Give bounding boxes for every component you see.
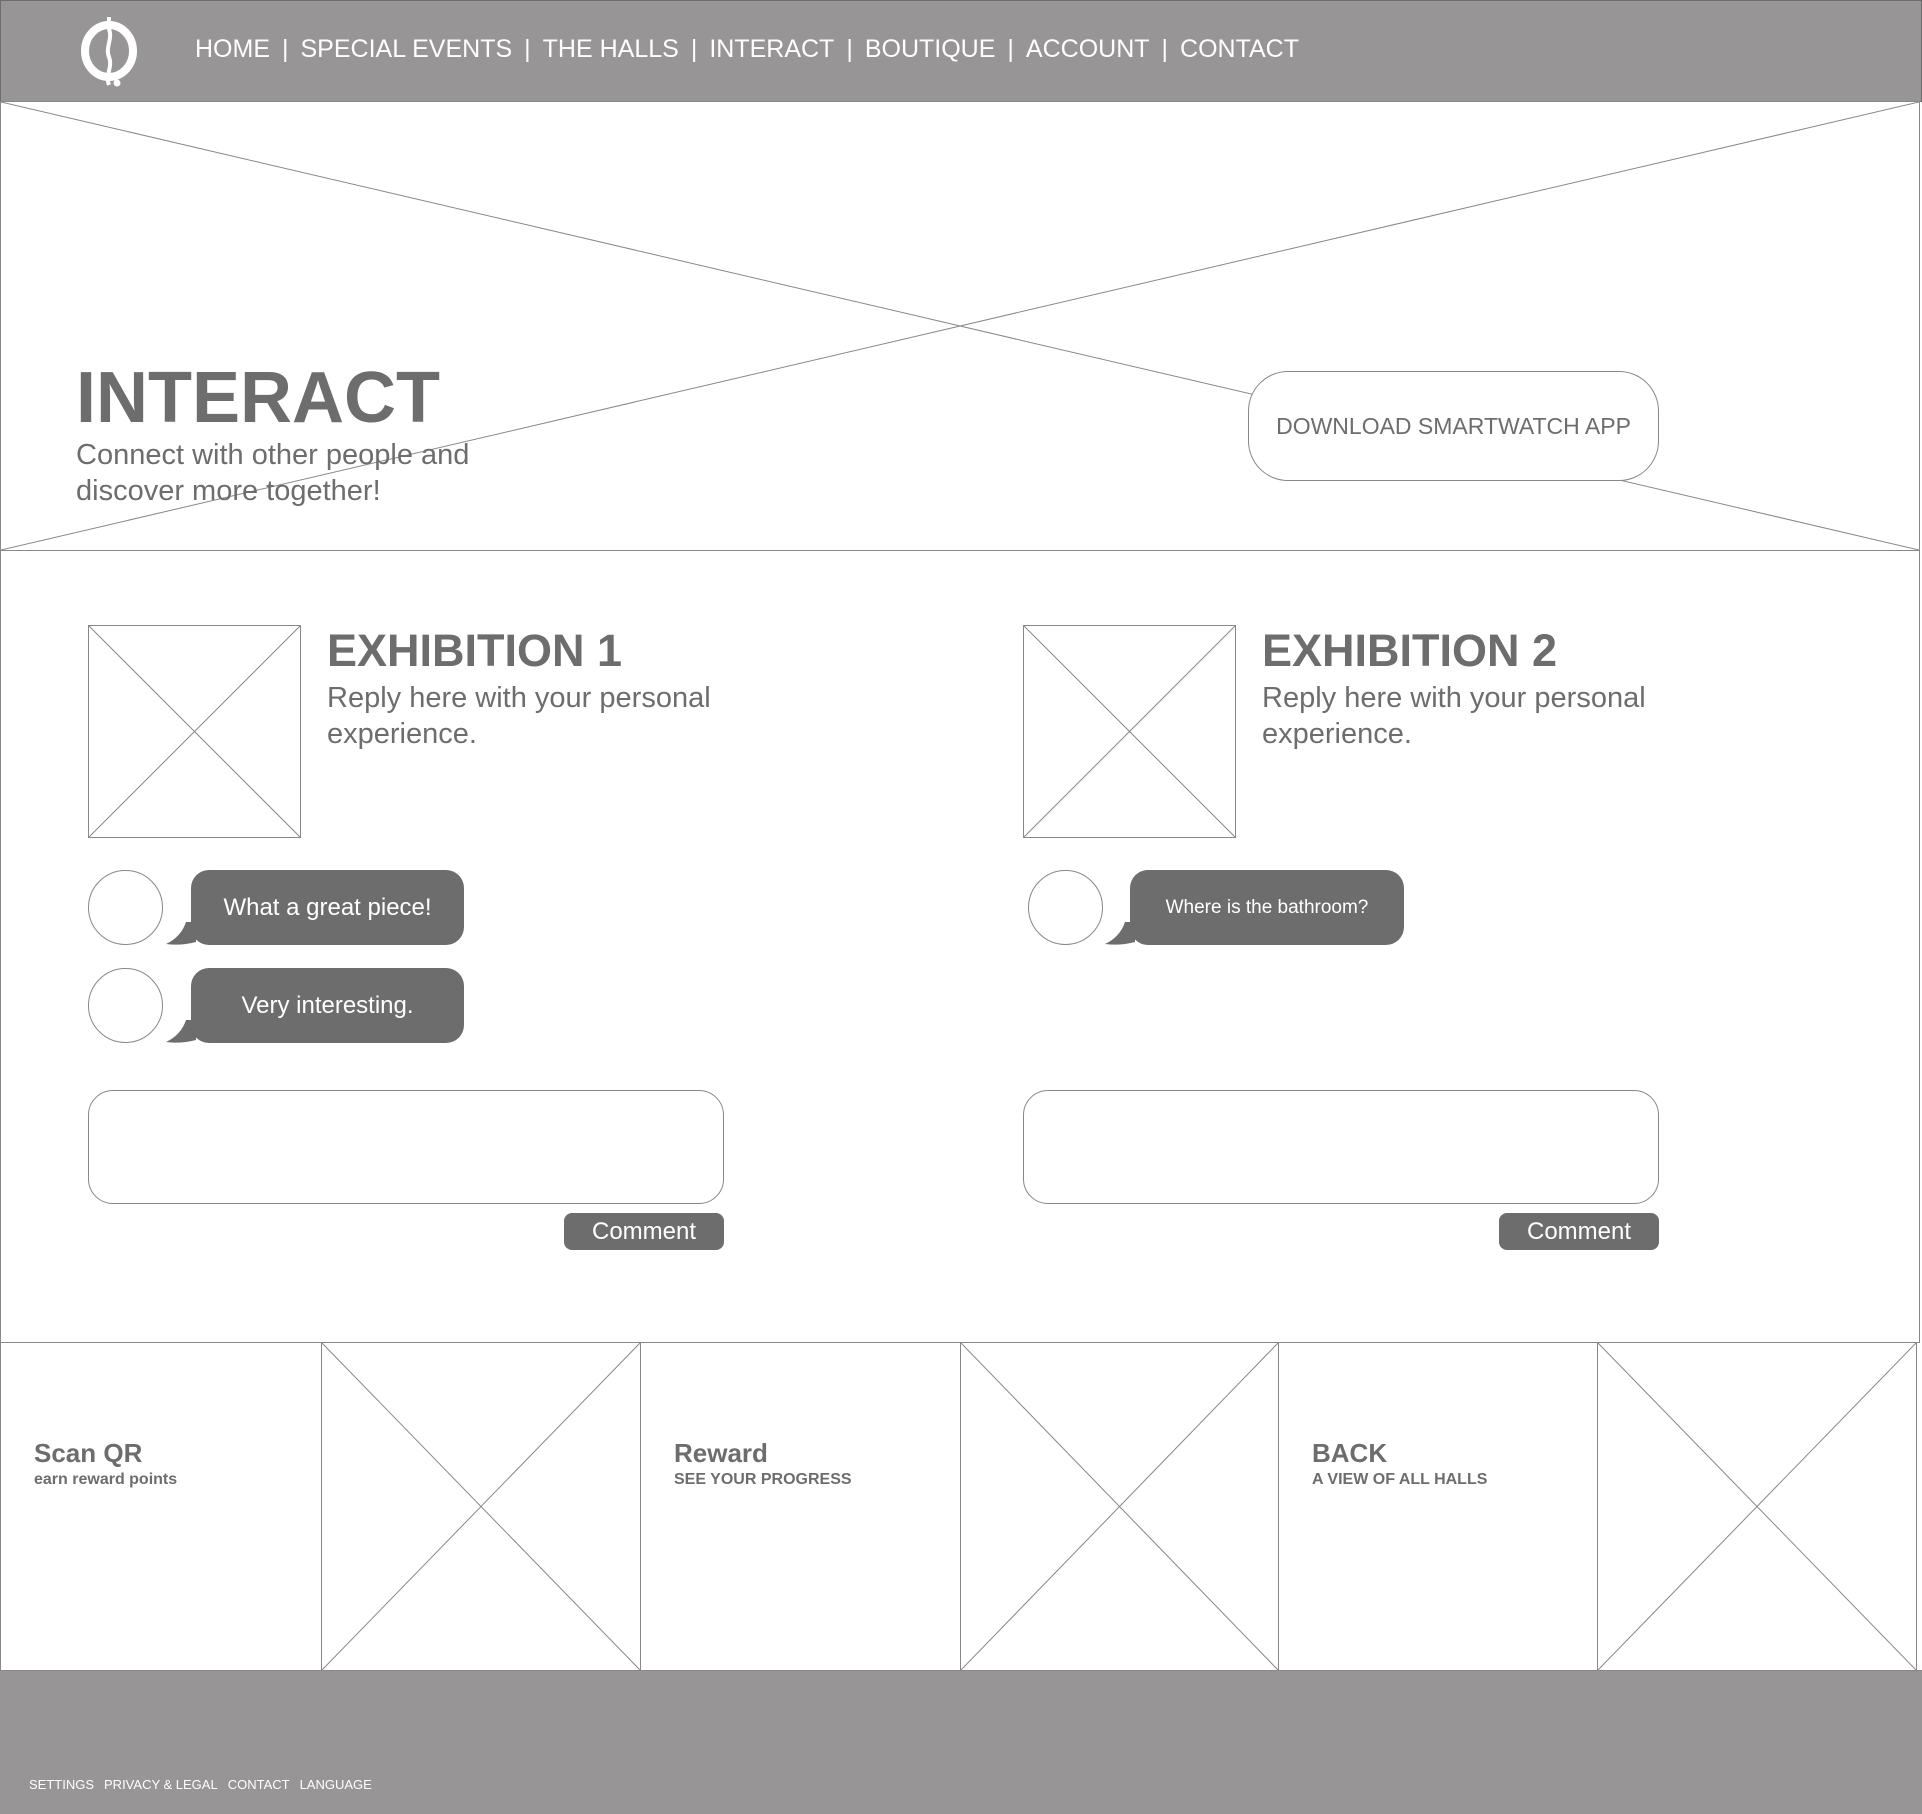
exhibition-image: [88, 625, 301, 838]
avatar: [88, 870, 163, 945]
avatar: [88, 968, 163, 1043]
nav-separator: |: [524, 35, 531, 63]
comment-button[interactable]: Comment: [1499, 1213, 1659, 1250]
exhibition-title: EXHIBITION 2: [1262, 625, 1558, 676]
exhibitions-section: EXHIBITION 1 Reply here with your person…: [0, 550, 1920, 1343]
footer-links: SETTINGS PRIVACY & LEGAL CONTACT LANGUAG…: [29, 1777, 372, 1792]
image-placeholder-icon: [961, 1343, 1278, 1670]
nav-separator: |: [690, 35, 698, 63]
tile-title: Reward: [674, 1438, 768, 1468]
exhibition-subtitle: Reply here with your personal experience…: [327, 682, 711, 750]
tile-subtitle: earn reward points: [34, 1471, 178, 1488]
exhibition-subtitle: Reply here with your personal experience…: [1262, 682, 1646, 750]
page-title: INTERACT: [76, 358, 440, 438]
exhibition-image: [1023, 625, 1236, 838]
tile-image: [1597, 1342, 1917, 1671]
avatar: [1028, 870, 1103, 945]
nav-contact[interactable]: CONTACT: [1180, 35, 1299, 64]
footer-link-settings[interactable]: SETTINGS: [29, 1777, 94, 1792]
comment-input[interactable]: [1023, 1090, 1659, 1204]
footer-link-language[interactable]: LANGUAGE: [300, 1777, 372, 1792]
header: HOME | SPECIAL EVENTS | THE HALLS | INTERAC…: [0, 0, 1922, 102]
tile-title: BACK: [1312, 1438, 1388, 1468]
action-tiles: Scan QR earn reward points Reward SEE YO…: [0, 1342, 1922, 1671]
tile-scan-qr[interactable]: Scan QR earn reward points: [0, 1342, 322, 1671]
nav-boutique[interactable]: BOUTIQUE: [865, 35, 996, 64]
nav-separator: |: [1161, 35, 1169, 63]
main-nav: HOME | SPECIAL EVENTS | THE HALLS | INTERAC…: [195, 35, 1299, 64]
page-subtitle: Connect with other people and discover m…: [76, 439, 470, 507]
nav-special-events[interactable]: SPECIAL EVENTS: [301, 35, 513, 64]
comment-bubble: What a great piece!: [191, 870, 464, 945]
nav-separator: |: [282, 35, 289, 63]
footer-link-contact[interactable]: CONTACT: [228, 1777, 290, 1792]
image-placeholder-icon: [1598, 1343, 1916, 1670]
exhibition-title: EXHIBITION 1: [327, 625, 623, 676]
comment-button[interactable]: Comment: [564, 1213, 724, 1250]
nav-separator: |: [1007, 35, 1014, 63]
tile-image: [960, 1342, 1279, 1671]
footer: SETTINGS PRIVACY & LEGAL CONTACT LANGUAG…: [0, 1670, 1922, 1814]
footer-link-privacy[interactable]: PRIVACY & LEGAL: [104, 1777, 218, 1792]
image-placeholder-icon: [1024, 626, 1235, 837]
nav-interact[interactable]: INTERACT: [709, 35, 834, 64]
comment-input[interactable]: [88, 1090, 724, 1204]
nav-home[interactable]: HOME: [195, 35, 270, 64]
comment-bubble: Where is the bathroom?: [1130, 870, 1404, 945]
nav-the-halls[interactable]: THE HALLS: [543, 35, 679, 64]
tile-title: Scan QR: [34, 1438, 143, 1468]
tile-reward[interactable]: Reward SEE YOUR PROGRESS: [640, 1342, 961, 1671]
hero-banner: INTERACT Connect with other people and d…: [0, 101, 1920, 551]
comment-bubble: Very interesting.: [191, 968, 464, 1043]
museum-logo-icon[interactable]: [79, 13, 139, 89]
nav-account[interactable]: ACCOUNT: [1026, 35, 1150, 64]
image-placeholder-icon: [322, 1343, 640, 1670]
tile-image: [321, 1342, 641, 1671]
nav-separator: |: [846, 35, 853, 63]
tile-back[interactable]: BACK A VIEW OF ALL HALLS: [1278, 1342, 1598, 1671]
tile-subtitle: A VIEW OF ALL HALLS: [1312, 1471, 1488, 1488]
image-placeholder-icon: [89, 626, 300, 837]
tile-subtitle: SEE YOUR PROGRESS: [674, 1471, 852, 1488]
download-app-button[interactable]: DOWNLOAD SMARTWATCH APP: [1248, 371, 1659, 481]
